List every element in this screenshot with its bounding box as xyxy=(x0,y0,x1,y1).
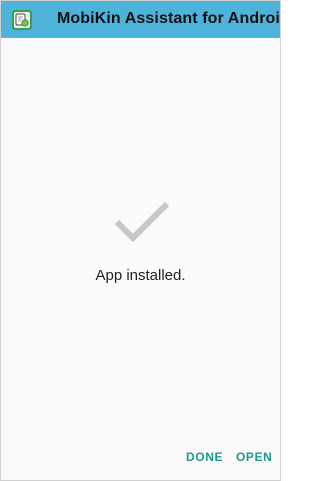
status-message: App installed. xyxy=(95,267,186,284)
install-result-screen: MobiKin Assistant for Android App instal… xyxy=(0,0,281,481)
open-button[interactable]: OPEN xyxy=(236,450,272,464)
app-title: MobiKin Assistant for Android xyxy=(57,10,281,27)
mobikin-app-icon xyxy=(12,10,32,30)
app-bar: MobiKin Assistant for Android xyxy=(1,1,280,38)
checkmark-icon xyxy=(114,201,170,243)
done-button[interactable]: DONE xyxy=(186,450,223,464)
